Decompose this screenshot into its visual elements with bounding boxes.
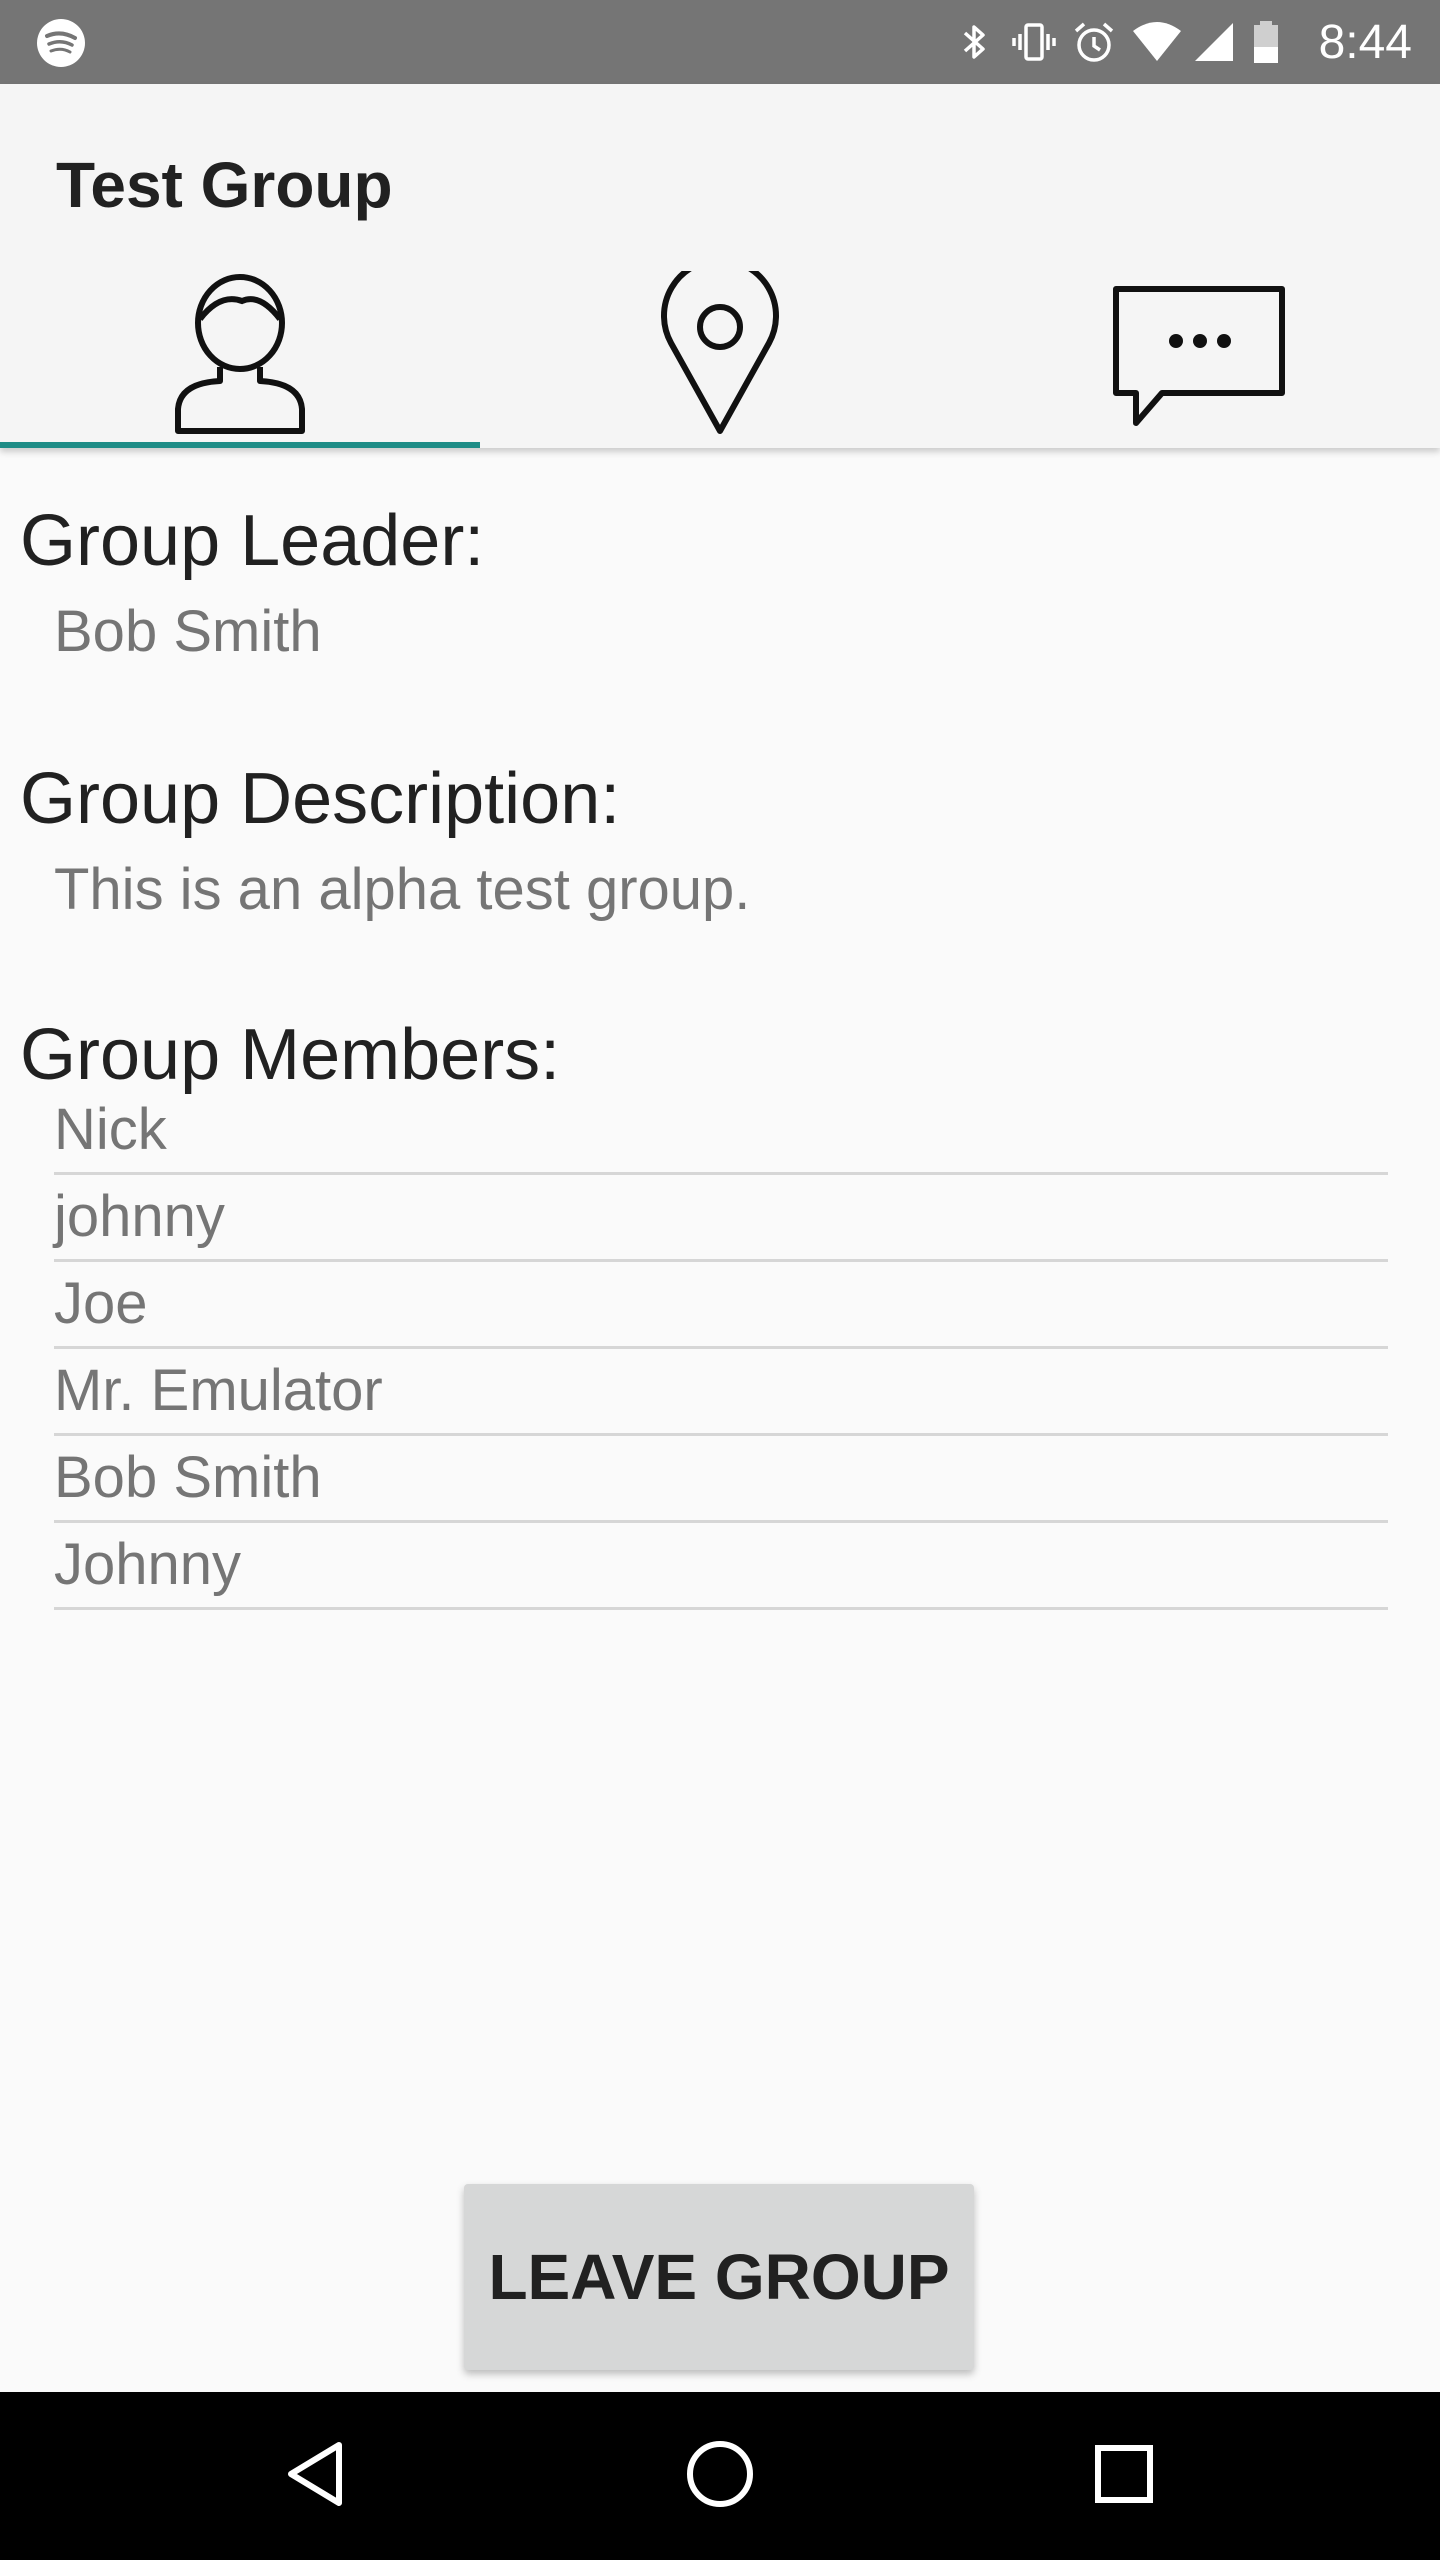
app-bar: Test Group	[0, 84, 1440, 448]
members-label: Group Members:	[20, 1015, 561, 1095]
leader-value: Bob Smith	[54, 599, 322, 664]
signal-icon	[1191, 19, 1237, 65]
back-button[interactable]	[216, 2392, 416, 2560]
status-bar: 8:44	[0, 0, 1440, 84]
description-value: This is an alpha test group.	[54, 857, 751, 922]
chat-bubble-icon	[1110, 281, 1290, 431]
list-item[interactable]: johnny	[54, 1175, 1388, 1262]
recents-icon	[1092, 2442, 1156, 2511]
tab-chat[interactable]	[960, 264, 1440, 448]
back-icon	[281, 2439, 351, 2514]
leave-group-button[interactable]: LEAVE GROUP	[464, 2184, 974, 2370]
bluetooth-icon	[951, 19, 997, 65]
alarm-icon	[1071, 19, 1117, 65]
wifi-icon	[1131, 19, 1181, 65]
tab-indicator	[0, 442, 480, 448]
members-list: Nick johnny Joe Mr. Emulator Bob Smith J…	[54, 1088, 1388, 1610]
description-label: Group Description:	[20, 759, 621, 839]
home-icon	[684, 2438, 756, 2515]
person-icon	[150, 271, 330, 441]
vibrate-icon	[1011, 19, 1057, 65]
home-button[interactable]	[620, 2392, 820, 2560]
location-pin-icon	[655, 271, 785, 441]
list-item[interactable]: Nick	[54, 1088, 1388, 1175]
list-item[interactable]: Johnny	[54, 1523, 1388, 1610]
tab-members[interactable]	[0, 264, 480, 448]
tab-bar	[0, 264, 1440, 448]
leader-label: Group Leader:	[20, 501, 485, 581]
nav-bar	[0, 2392, 1440, 2560]
status-time: 8:44	[1318, 15, 1412, 69]
spotify-icon	[36, 18, 86, 68]
page-title: Test Group	[56, 149, 393, 221]
battery-icon	[1251, 19, 1297, 65]
list-item[interactable]: Joe	[54, 1262, 1388, 1349]
tab-location[interactable]	[480, 264, 960, 448]
list-item[interactable]: Bob Smith	[54, 1436, 1388, 1523]
recents-button[interactable]	[1024, 2392, 1224, 2560]
list-item[interactable]: Mr. Emulator	[54, 1349, 1388, 1436]
